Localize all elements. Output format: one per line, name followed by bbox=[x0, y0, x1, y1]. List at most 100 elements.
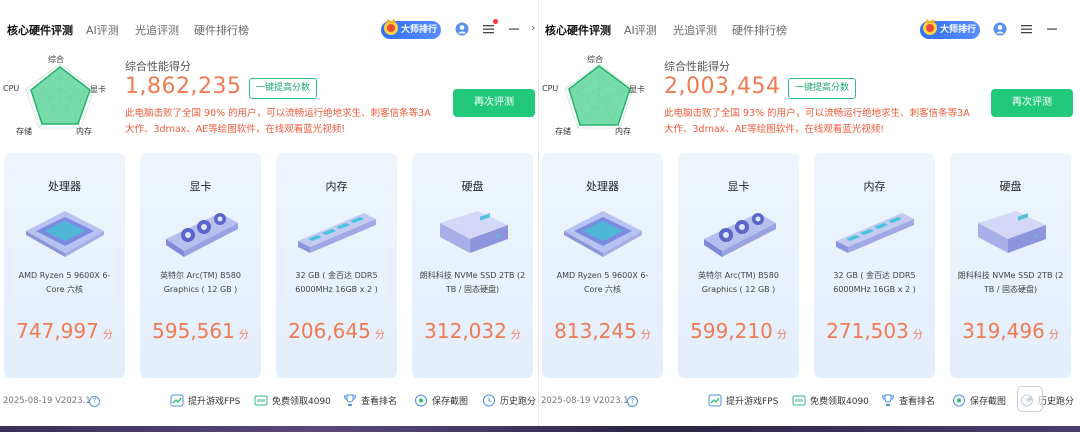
history-icon bbox=[483, 394, 495, 407]
trophy-icon bbox=[343, 394, 357, 406]
minimize-icon[interactable] bbox=[507, 22, 521, 36]
card-score-value: 206,645 bbox=[288, 319, 371, 343]
hardware-card-gpu[interactable]: 显卡 英特尔 Arc(TM) B580 Graphics ( 12 GB ) 5… bbox=[140, 153, 261, 378]
card-score: 206,645 分 bbox=[276, 319, 397, 343]
view-ranking-label: 查看排名 bbox=[899, 397, 936, 407]
help-icon[interactable]: ? bbox=[89, 396, 100, 407]
boost-score-button[interactable]: 一键提高分数 bbox=[788, 78, 856, 99]
card-score: 747,997 分 bbox=[4, 319, 125, 343]
retest-button[interactable]: 再次评测 bbox=[991, 89, 1073, 117]
radar-label-storage: 存储 bbox=[555, 127, 571, 136]
card-description: AMD Ryzen 5 9600X 6-Core 六核 bbox=[18, 271, 111, 294]
hardware-card-cpu[interactable]: 处理器 AMD Ryzen 5 9600X 6-Core 六核 813,245 分 bbox=[542, 153, 663, 378]
user-icon[interactable] bbox=[993, 22, 1007, 36]
menu-icon[interactable] bbox=[1020, 22, 1034, 36]
cpu-chip-icon bbox=[26, 211, 104, 257]
ssd-drive-icon bbox=[978, 211, 1046, 253]
card-score-value: 595,561 bbox=[152, 319, 235, 343]
boost-fps-link[interactable]: 提升游戏FPS bbox=[708, 394, 778, 410]
card-score: 595,561 分 bbox=[140, 319, 261, 343]
card-score: 312,032 分 bbox=[412, 319, 533, 343]
graphics-card-icon bbox=[166, 213, 238, 257]
card-score-value: 312,032 bbox=[424, 319, 507, 343]
card-score-unit: 分 bbox=[238, 330, 249, 341]
benchmark-panel-right: 核心硬件评测 AI评测 光追评测 硬件排行榜 大师排行 综合 显卡 CPU 存储… bbox=[539, 0, 1077, 426]
tab-raytracing-test[interactable]: 光追评测 bbox=[135, 22, 179, 38]
card-score-unit: 分 bbox=[776, 330, 787, 341]
minimize-icon[interactable] bbox=[1045, 22, 1059, 36]
card-title: 显卡 bbox=[727, 180, 750, 193]
card-description: 32 GB ( 金百达 DDR5 6000MHz 16GB x 2 ) bbox=[833, 271, 916, 294]
help-icon[interactable]: ? bbox=[627, 396, 638, 407]
tab-ai-test[interactable]: AI评测 bbox=[86, 22, 119, 38]
memory-stick-icon bbox=[298, 213, 376, 253]
history-score-link[interactable]: 历史跑分 bbox=[482, 394, 536, 410]
trophy-icon bbox=[881, 394, 895, 406]
card-title: 硬盘 bbox=[461, 180, 484, 193]
master-rank-button[interactable]: 大师排行 bbox=[920, 19, 980, 39]
fps-icon bbox=[170, 394, 184, 407]
hardware-card-cpu[interactable]: 处理器 AMD Ryzen 5 9600X 6-Core 六核 747,997 分 bbox=[4, 153, 125, 378]
crown-icon bbox=[923, 19, 937, 35]
card-score: 271,503 分 bbox=[814, 319, 935, 343]
boost-fps-label: 提升游戏FPS bbox=[188, 397, 241, 407]
boost-score-button[interactable]: 一键提高分数 bbox=[249, 78, 317, 99]
radar-label-overall: 综合 bbox=[587, 55, 603, 64]
save-screenshot-label: 保存截图 bbox=[970, 397, 1007, 407]
free-4090-label: 免费领取4090 bbox=[272, 397, 331, 407]
radar-label-gpu: 显卡 bbox=[629, 85, 645, 94]
view-ranking-label: 查看排名 bbox=[361, 397, 398, 407]
free-4090-link[interactable]: 免费领取4090 bbox=[254, 394, 331, 410]
tab-hardware-ranking[interactable]: 硬件排行榜 bbox=[194, 22, 249, 38]
total-score: 2,003,454 bbox=[664, 74, 781, 99]
card-score: 813,245 分 bbox=[542, 319, 663, 343]
total-score: 1,862,235 bbox=[125, 74, 242, 99]
beat-percentage-text: 此电脑击败了全国 90% 的用户，可以流畅运行绝地求生、刺客信条等3A大作、3d… bbox=[125, 108, 431, 135]
hardware-card-memory[interactable]: 内存 32 GB ( 金百达 DDR5 6000MHz 16GB x 2 ) 2… bbox=[276, 153, 397, 378]
user-icon[interactable] bbox=[455, 22, 469, 36]
view-ranking-link[interactable]: 查看排名 bbox=[881, 394, 935, 410]
card-title: 处理器 bbox=[586, 180, 619, 193]
chevron-right-icon[interactable]: › bbox=[531, 21, 535, 34]
view-ranking-link[interactable]: 查看排名 bbox=[343, 394, 397, 410]
gpu-gift-icon bbox=[254, 395, 268, 406]
gpu-gift-icon bbox=[792, 395, 806, 406]
hardware-card-memory[interactable]: 内存 32 GB ( 金百达 DDR5 6000MHz 16GB x 2 ) 2… bbox=[814, 153, 935, 378]
card-score: 319,496 分 bbox=[950, 319, 1071, 343]
history-score-label: 历史跑分 bbox=[1038, 397, 1075, 407]
ssd-drive-icon bbox=[440, 211, 508, 253]
tab-core-hardware[interactable]: 核心硬件评测 bbox=[545, 22, 611, 38]
hardware-card-disk[interactable]: 硬盘 朗科科技 NVMe SSD 2TB (2 TB / 固态硬盘) 312,0… bbox=[412, 153, 533, 378]
card-score-unit: 分 bbox=[102, 330, 113, 341]
tab-raytracing-test[interactable]: 光追评测 bbox=[673, 22, 717, 38]
menu-icon[interactable] bbox=[482, 22, 496, 36]
save-screenshot-link[interactable]: 保存截图 bbox=[952, 394, 1006, 410]
card-score-unit: 分 bbox=[510, 330, 521, 341]
crown-icon bbox=[384, 19, 398, 35]
card-score-value: 747,997 bbox=[16, 319, 99, 343]
card-score-unit: 分 bbox=[912, 330, 923, 341]
boost-fps-link[interactable]: 提升游戏FPS bbox=[170, 394, 240, 410]
card-score-value: 599,210 bbox=[690, 319, 773, 343]
tab-core-hardware[interactable]: 核心硬件评测 bbox=[7, 22, 73, 38]
master-rank-button[interactable]: 大师排行 bbox=[381, 19, 441, 39]
retest-button[interactable]: 再次评测 bbox=[453, 89, 535, 117]
hardware-card-gpu[interactable]: 显卡 英特尔 Arc(TM) B580 Graphics ( 12 GB ) 5… bbox=[678, 153, 799, 378]
save-screenshot-link[interactable]: 保存截图 bbox=[414, 394, 468, 410]
save-screenshot-label: 保存截图 bbox=[432, 397, 469, 407]
radar-label-cpu: CPU bbox=[542, 84, 559, 93]
master-rank-label: 大师排行 bbox=[401, 25, 438, 35]
memory-stick-icon bbox=[836, 213, 914, 253]
boost-fps-label: 提升游戏FPS bbox=[726, 397, 779, 407]
free-4090-link[interactable]: 免费领取4090 bbox=[792, 394, 869, 410]
card-title: 硬盘 bbox=[999, 180, 1022, 193]
card-description: 朗科科技 NVMe SSD 2TB (2 TB / 固态硬盘) bbox=[957, 271, 1064, 294]
card-description: 朗科科技 NVMe SSD 2TB (2 TB / 固态硬盘) bbox=[419, 271, 526, 294]
card-description: 32 GB ( 金百达 DDR5 6000MHz 16GB x 2 ) bbox=[295, 271, 378, 294]
tab-hardware-ranking[interactable]: 硬件排行榜 bbox=[732, 22, 787, 38]
tab-ai-test[interactable]: AI评测 bbox=[624, 22, 657, 38]
radar-label-memory: 内存 bbox=[615, 127, 631, 136]
performance-radar-chart: 综合 显卡 CPU 存储 内存 bbox=[542, 54, 655, 138]
card-score-unit: 分 bbox=[1048, 330, 1059, 341]
hardware-card-disk[interactable]: 硬盘 朗科科技 NVMe SSD 2TB (2 TB / 固态硬盘) 319,4… bbox=[950, 153, 1071, 378]
